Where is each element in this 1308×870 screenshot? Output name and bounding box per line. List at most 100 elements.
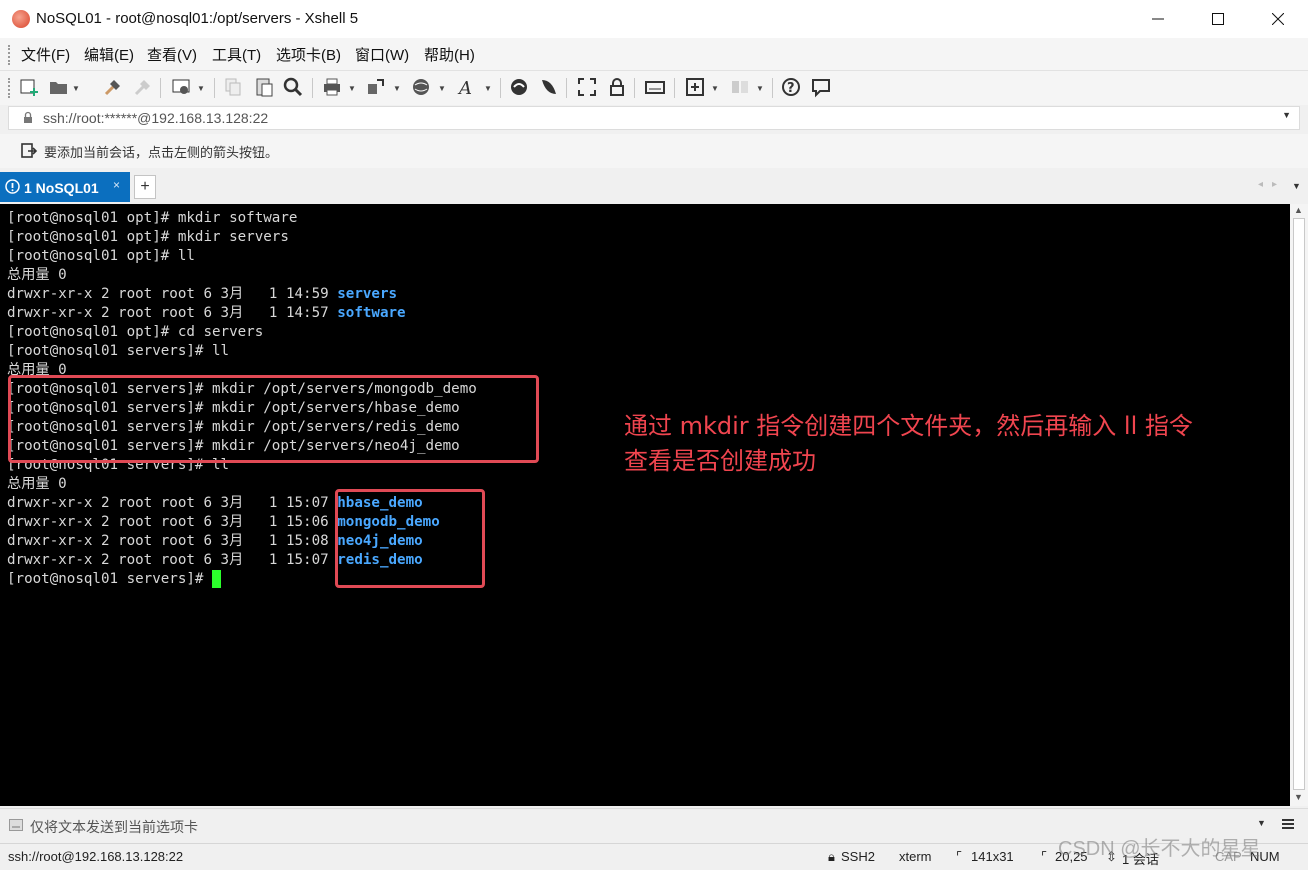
terminal-text: drwxr-xr-x 2 root root 6 3月 1 15:07 (7, 495, 338, 511)
transfer-icon[interactable] (365, 76, 387, 98)
scroll-down-icon[interactable]: ▼ (1294, 792, 1303, 802)
terminal-line: drwxr-xr-x 2 root root 6 3月 1 14:59 serv… (7, 285, 397, 304)
connect-icon[interactable] (102, 76, 124, 98)
minimize-button[interactable] (1128, 0, 1188, 38)
fullscreen-icon[interactable] (576, 76, 598, 98)
open-folder-caret-icon[interactable]: ▼ (72, 84, 80, 93)
menu-grip (8, 45, 13, 65)
terminal-text: [root@nosql01 opt]# ll (7, 248, 195, 264)
properties-icon[interactable] (170, 76, 192, 98)
tab-bar: 1 NoSQL01 × + ◂ ▸ ▼ (0, 172, 1308, 202)
font-caret-icon[interactable]: ▼ (484, 84, 492, 93)
toolbar-separator (214, 78, 215, 98)
compose-icon[interactable] (684, 76, 706, 98)
xmanager-icon[interactable] (538, 76, 560, 98)
terminal-text: 总用量 0 (7, 476, 67, 492)
globe-icon[interactable] (410, 76, 432, 98)
csdn-watermark: CSDN @长不大的星星 (1058, 838, 1261, 860)
help-icon[interactable]: ? (780, 76, 802, 98)
new-session-icon[interactable] (18, 76, 40, 98)
status-size-icon: ⌜ (956, 849, 963, 864)
scrollbar-thumb[interactable] (1293, 218, 1305, 790)
annotation-line-1: 通过 mkdir 指令创建四个文件夹，然后再输入 ll 指令 (624, 412, 1193, 440)
menu-icon[interactable] (1281, 817, 1295, 831)
terminal-text: [root@nosql01 servers]# ll (7, 343, 230, 359)
terminal-screen[interactable]: [root@nosql01 opt]# mkdir software [root@… (0, 204, 1290, 806)
menu-file[interactable]: 文件(F) (21, 44, 70, 65)
menu-tabs[interactable]: 选项卡(B) (276, 44, 341, 65)
layout-caret-icon: ▼ (756, 84, 764, 93)
address-dropdown-icon[interactable]: ▼ (1282, 110, 1291, 120)
paste-icon[interactable] (253, 76, 275, 98)
svg-text:?: ? (787, 81, 795, 96)
terminal-text: drwxr-xr-x 2 root root 6 3月 1 14:57 (7, 305, 338, 321)
keyboard-icon[interactable] (644, 76, 666, 98)
svg-text:A: A (457, 78, 472, 98)
tab-scroll-right-icon[interactable]: ▸ (1272, 179, 1277, 190)
close-button[interactable] (1248, 0, 1308, 38)
toolbar-separator (772, 78, 773, 98)
send-text: 仅将文本发送到当前选项卡 (30, 819, 198, 835)
print-caret-icon[interactable]: ▼ (348, 84, 356, 93)
terminal-line: [root@nosql01 servers]# ll (7, 342, 229, 361)
address-value[interactable]: ssh://root:******@192.168.13.128:22 (43, 110, 268, 126)
xftp-icon[interactable] (508, 76, 530, 98)
chat-icon[interactable] (810, 76, 832, 98)
print-icon[interactable] (321, 76, 343, 98)
scroll-up-icon[interactable]: ▲ (1294, 205, 1303, 215)
terminal-line: [root@nosql01 opt]# mkdir software (7, 209, 297, 228)
toolbar-grip (8, 78, 13, 98)
tab-scroll-left-icon[interactable]: ◂ (1258, 179, 1263, 190)
menu-help[interactable]: 帮助(H) (424, 44, 475, 65)
title-bar: NoSQL01 - root@nosql01:/opt/servers - Xs… (0, 0, 1308, 38)
add-tab-button[interactable]: + (134, 175, 156, 199)
lock-icon[interactable] (606, 76, 628, 98)
menu-view[interactable]: 查看(V) (147, 44, 197, 65)
session-hint-bar: 要添加当前会话，点击左侧的箭头按钮。 (0, 134, 1308, 168)
address-bar[interactable]: ssh://root:******@192.168.13.128:22 ▼ (8, 106, 1300, 130)
find-icon[interactable] (282, 76, 304, 98)
xshell-app-icon (12, 10, 30, 28)
copy-icon (225, 78, 241, 96)
lock-icon (24, 111, 32, 123)
directory-name: servers (337, 286, 398, 302)
send-dropdown-icon[interactable]: ▼ (1257, 818, 1266, 828)
terminal-scrollbar[interactable]: ▲ ▼ (1290, 204, 1308, 806)
menu-window[interactable]: 窗口(W) (355, 44, 409, 65)
hint-text: 要添加当前会话，点击左侧的箭头按钮。 (44, 145, 279, 160)
menu-tools[interactable]: 工具(T) (212, 44, 261, 65)
window-title: NoSQL01 - root@nosql01:/opt/servers - Xs… (36, 10, 359, 27)
terminal-line: drwxr-xr-x 2 root root 6 3月 1 14:57 soft… (7, 304, 406, 323)
terminal-text: [root@nosql01 servers]# (7, 571, 212, 587)
menu-edit[interactable]: 编辑(E) (84, 44, 134, 65)
open-folder-icon[interactable] (48, 76, 70, 98)
close-icon (1272, 13, 1284, 25)
tab-list-dropdown-icon[interactable]: ▼ (1292, 181, 1301, 191)
font-icon[interactable]: A (456, 76, 478, 98)
properties-caret-icon[interactable]: ▼ (197, 84, 205, 93)
maximize-button[interactable] (1188, 0, 1248, 38)
status-size: 141x31 (971, 849, 1014, 864)
transfer-caret-icon[interactable]: ▼ (393, 84, 401, 93)
tab-info-icon (5, 179, 20, 194)
compose-caret-icon[interactable]: ▼ (711, 84, 719, 93)
terminal-line: [root@nosql01 opt]# ll (7, 247, 195, 266)
minimize-icon (1152, 18, 1164, 20)
terminal-line: 总用量 0 (7, 266, 67, 285)
dirs-highlight-box (335, 489, 485, 588)
mkdir-highlight-box (8, 375, 539, 463)
terminal-line: [root@nosql01 opt]# mkdir servers (7, 228, 289, 247)
globe-caret-icon[interactable]: ▼ (438, 84, 446, 93)
tab-nosql01[interactable]: 1 NoSQL01 × (0, 172, 130, 202)
status-cursor-icon: ⌜ (1041, 849, 1048, 864)
toolbar-separator (500, 78, 501, 98)
status-protocol: SSH2 (841, 849, 875, 864)
terminal-text: [root@nosql01 opt]# mkdir software (7, 210, 298, 226)
toolbar-separator (634, 78, 635, 98)
tab-close-icon[interactable]: × (113, 178, 120, 192)
status-terminal-type: xterm (899, 849, 932, 864)
terminal-text: drwxr-xr-x 2 root root 6 3月 1 15:06 (7, 514, 338, 530)
add-session-arrow-icon[interactable] (20, 142, 38, 160)
tab-label: 1 NoSQL01 (24, 180, 99, 196)
terminal-text: 总用量 0 (7, 267, 67, 283)
